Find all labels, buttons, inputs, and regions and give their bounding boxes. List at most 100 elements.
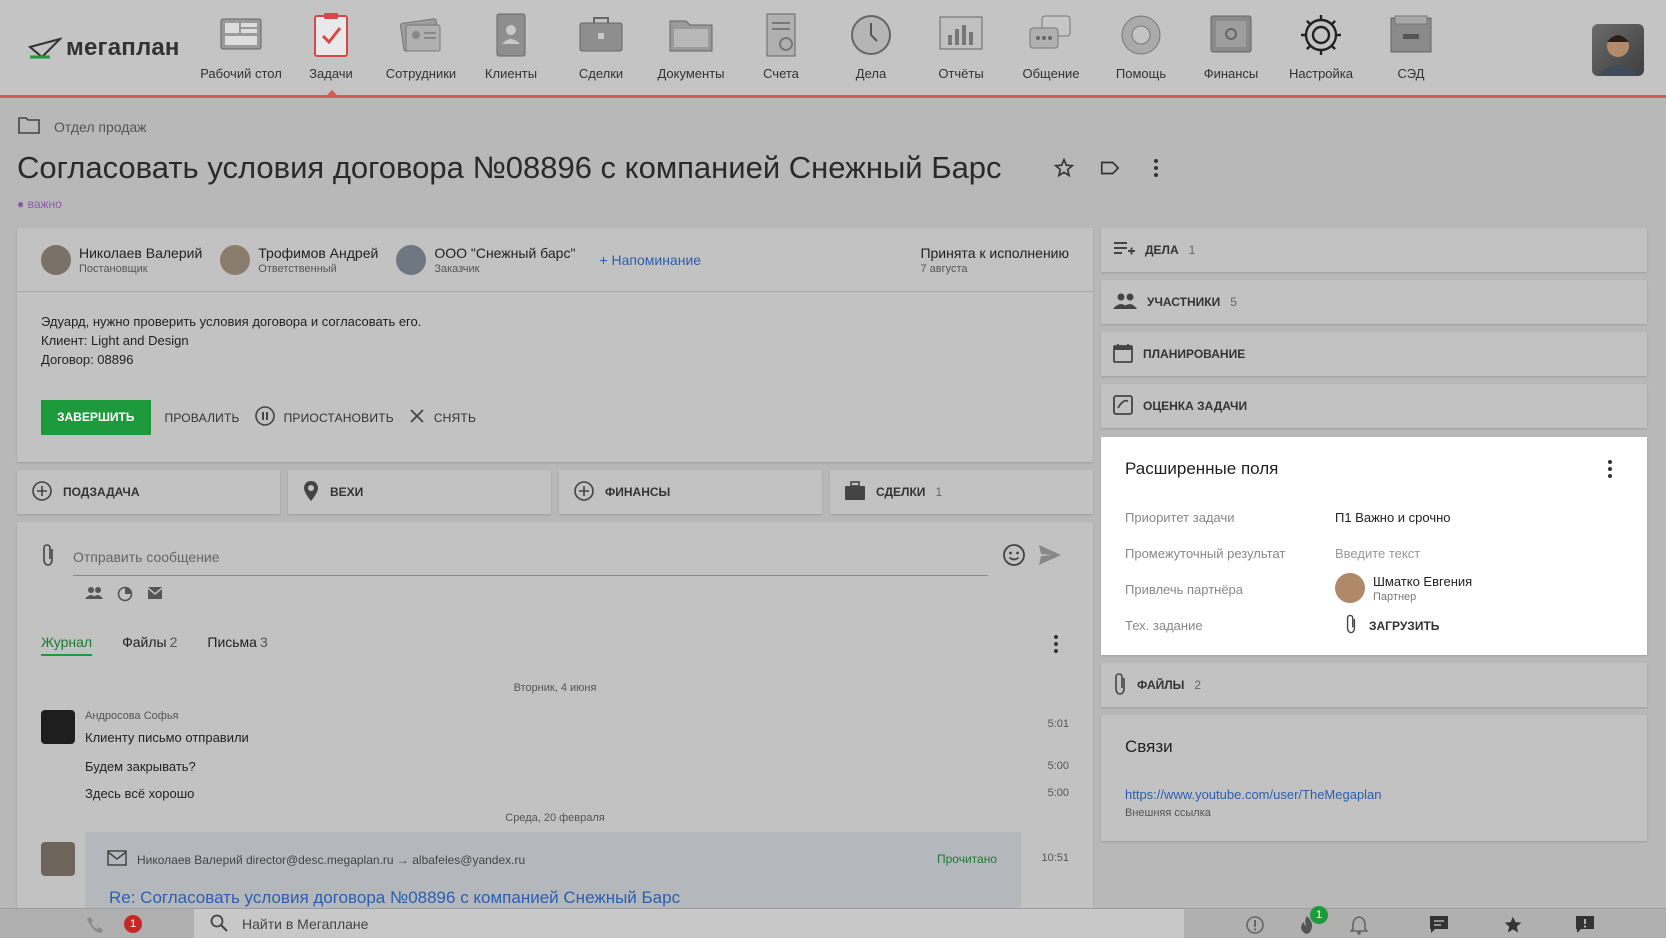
desktop-icon <box>218 12 264 58</box>
milestones-button[interactable]: ВЕХИ <box>288 470 551 514</box>
main-menu: Рабочий стол Задачи Сотрудники Клиенты С… <box>196 12 1456 95</box>
plus-circle-icon <box>573 480 595 505</box>
add-reminder-link[interactable]: + Напоминание <box>599 252 701 268</box>
task-description: Эдуард, нужно проверить условия договора… <box>17 292 1093 400</box>
top-navigation: мегаплан Рабочий стол Задачи Сотрудники … <box>0 0 1666 98</box>
interim-input[interactable]: Введите текст <box>1335 546 1420 561</box>
email-subject-link[interactable]: Re: Согласовать условия договора №08896 … <box>109 888 680 908</box>
task-status[interactable]: Принята к исполнению 7 августа <box>920 245 1069 275</box>
person-role: Ответственный <box>258 262 337 275</box>
message-input[interactable] <box>73 538 988 576</box>
rating-icon <box>1113 394 1133 418</box>
user-avatar[interactable] <box>1592 24 1644 76</box>
description-line: Договор: 08896 <box>41 352 134 367</box>
search-placeholder: Найти в Мегаплане <box>242 916 369 932</box>
deals-icon <box>578 12 624 58</box>
nav-label: Рабочий стол <box>200 66 282 81</box>
bell-icon[interactable] <box>1348 914 1370 936</box>
field-label: Тех. задание <box>1125 618 1203 633</box>
panel-participants[interactable]: УЧАСТНИКИ 5 <box>1101 280 1647 324</box>
timer-icon[interactable] <box>117 586 133 607</box>
chat-icon <box>1028 12 1074 58</box>
chat-bubble-icon[interactable] <box>1428 914 1450 936</box>
tab-letters[interactable]: Письма 3 <box>207 634 267 656</box>
panel-planning[interactable]: ПЛАНИРОВАНИЕ <box>1101 332 1647 376</box>
more-vert-icon[interactable] <box>1144 156 1168 180</box>
info-icon[interactable] <box>1244 914 1266 936</box>
remove-button[interactable]: СНЯТЬ <box>408 407 476 428</box>
upload-button[interactable]: ЗАГРУЗИТЬ <box>1345 613 1439 638</box>
calls-badge: 1 <box>124 915 142 933</box>
finances-button[interactable]: ФИНАНСЫ <box>559 470 822 514</box>
pause-button[interactable]: ПРИОСТАНОВИТЬ <box>254 405 394 430</box>
external-link[interactable]: https://www.youtube.com/user/TheMegaplan <box>1125 787 1382 802</box>
message-text: Будем закрывать? <box>85 759 196 774</box>
tab-journal[interactable]: Журнал <box>41 634 93 656</box>
paperclip-icon <box>1113 672 1127 699</box>
finish-button[interactable]: ЗАВЕРШИТЬ <box>41 400 151 435</box>
star-icon[interactable] <box>1502 914 1524 936</box>
nav-edo[interactable]: СЭД <box>1366 12 1456 81</box>
nav-deals[interactable]: Сделки <box>556 12 646 81</box>
partner-role: Партнер <box>1373 590 1417 603</box>
message-time: 5:00 <box>1047 760 1069 772</box>
nav-communication[interactable]: Общение <box>1006 12 1096 81</box>
fail-label: ПРОВАЛИТЬ <box>164 410 240 425</box>
fail-button[interactable]: ПРОВАЛИТЬ <box>165 411 240 425</box>
planning-label: ПЛАНИРОВАНИЕ <box>1143 347 1246 361</box>
person-responsible[interactable]: Трофимов Андрей Ответственный <box>220 244 378 275</box>
panel-files[interactable]: ФАЙЛЫ 2 <box>1101 663 1647 707</box>
phone-icon[interactable] <box>84 914 106 936</box>
nav-desktop[interactable]: Рабочий стол <box>196 12 286 81</box>
priority-value[interactable]: П1 Важно и срочно <box>1335 510 1451 525</box>
more-vert-icon[interactable] <box>1053 634 1059 659</box>
star-icon[interactable] <box>1052 156 1076 180</box>
close-icon <box>408 407 426 428</box>
panel-rating[interactable]: ОЦЕНКА ЗАДАЧИ <box>1101 384 1647 428</box>
priority-tag[interactable]: ● важно <box>17 197 62 211</box>
nav-label: Сделки <box>578 66 624 81</box>
message-author[interactable]: Андросова Софья <box>85 710 179 722</box>
nav-help[interactable]: Помощь <box>1096 12 1186 81</box>
nav-documents[interactable]: Документы <box>646 12 736 81</box>
group-icon[interactable] <box>85 586 103 607</box>
nav-finances[interactable]: Финансы <box>1186 12 1276 81</box>
email-item[interactable]: Николаев Валерий director@desc.megaplan.… <box>85 832 1021 910</box>
panel-affairs[interactable]: ДЕЛА 1 <box>1101 228 1647 272</box>
invoices-icon <box>758 12 804 58</box>
folder-icon <box>18 116 40 137</box>
nav-tasks[interactable]: Задачи <box>286 12 376 95</box>
emoji-icon[interactable] <box>1002 543 1026 572</box>
nav-clients[interactable]: Клиенты <box>466 12 556 81</box>
person-customer[interactable]: ООО "Снежный барс" Заказчик <box>396 244 575 275</box>
feedback-icon[interactable] <box>1574 914 1596 936</box>
send-icon[interactable] <box>1038 544 1062 571</box>
deals-button[interactable]: СДЕЛКИ 1 <box>830 470 1093 514</box>
person-role: Постановщик <box>79 262 148 275</box>
avatar[interactable] <box>41 710 75 744</box>
tag-icon[interactable] <box>1098 156 1122 180</box>
tab-files[interactable]: Файлы 2 <box>122 634 177 656</box>
paperclip-icon <box>1345 613 1357 638</box>
person-author[interactable]: Николаев Валерий Постановщик <box>41 244 202 275</box>
partner-chip[interactable]: Шматко Евгения Партнер <box>1335 573 1472 603</box>
nav-invoices[interactable]: Счета <box>736 12 826 81</box>
more-vert-icon[interactable] <box>1607 459 1613 484</box>
milestones-label: ВЕХИ <box>330 485 364 499</box>
paperclip-icon[interactable] <box>41 543 55 572</box>
remove-label: СНЯТЬ <box>433 410 477 425</box>
nav-employees[interactable]: Сотрудники <box>376 12 466 81</box>
nav-affairs[interactable]: Дела <box>826 12 916 81</box>
mail-icon[interactable] <box>147 586 163 607</box>
nav-settings[interactable]: Настройка <box>1276 12 1366 81</box>
calendar-icon <box>1113 343 1133 366</box>
nav-label: Документы <box>657 66 725 81</box>
link-caption: Внешняя ссылка <box>1125 807 1211 819</box>
global-search[interactable]: Найти в Мегаплане <box>194 909 1184 938</box>
logo[interactable]: мегаплан <box>28 34 180 62</box>
subtask-button[interactable]: ПОДЗАДАЧА <box>17 470 280 514</box>
breadcrumb-link[interactable]: Отдел продаж <box>54 119 147 135</box>
avatar[interactable] <box>41 842 75 876</box>
nav-reports[interactable]: Отчёты <box>916 12 1006 81</box>
nav-label: СЭД <box>1397 66 1425 81</box>
